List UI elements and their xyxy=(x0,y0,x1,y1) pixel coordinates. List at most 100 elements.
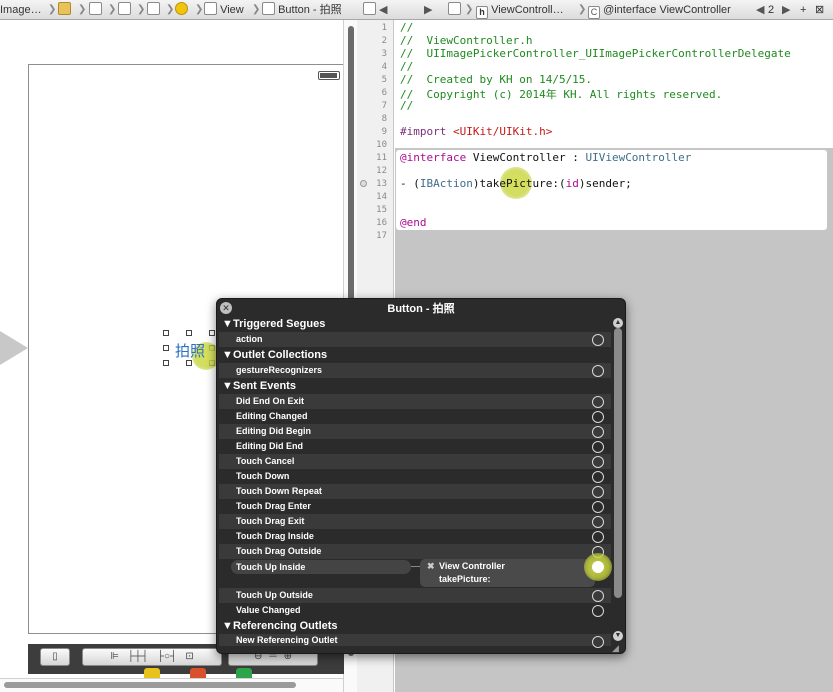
base-file-icon[interactable] xyxy=(118,0,131,20)
code-line: // Copyright (c) 2014年 KH. All rights re… xyxy=(400,88,723,101)
scroll-up-icon[interactable]: ▲ xyxy=(613,318,623,328)
photo-button[interactable]: 拍照 xyxy=(175,340,205,361)
connection-circle-icon[interactable] xyxy=(592,441,604,453)
event-row[interactable]: Touch Down Repeat xyxy=(219,484,611,499)
code-token: ViewController : xyxy=(466,151,586,164)
event-row[interactable]: Touch Cancel xyxy=(219,454,611,469)
pin-icon[interactable]: ├┼┤ xyxy=(127,651,148,662)
event-row[interactable]: Touch Drag Exit xyxy=(219,514,611,529)
scroll-down-icon[interactable]: ▼ xyxy=(613,631,623,641)
connection-row-gesture-recognizers[interactable]: gestureRecognizers xyxy=(219,363,611,378)
connection-circle-icon[interactable] xyxy=(592,516,604,528)
storyboard-file-icon[interactable] xyxy=(89,0,102,20)
connection-circle-icon[interactable] xyxy=(592,471,604,483)
connection-circle-icon[interactable] xyxy=(592,501,604,513)
disclosure-triangle-icon[interactable]: ▼ xyxy=(219,348,233,363)
event-row[interactable]: Editing Did End xyxy=(219,439,611,454)
connection-circle-icon[interactable] xyxy=(592,486,604,498)
close-icon[interactable]: ✕ xyxy=(220,302,232,314)
resize-handle[interactable] xyxy=(186,330,192,336)
event-row[interactable]: Touch Up Outside xyxy=(219,588,611,603)
connection-filled-circle-icon[interactable] xyxy=(592,561,604,573)
file-icon[interactable] xyxy=(448,0,461,20)
section-sent-events[interactable]: ▼Sent Events xyxy=(219,379,611,394)
connection-circle-icon[interactable] xyxy=(592,531,604,543)
connection-row-action[interactable]: action xyxy=(219,332,611,347)
breadcrumb-file[interactable]: h ViewControll… xyxy=(476,0,564,20)
entry-point-arrow-icon[interactable] xyxy=(0,331,28,365)
event-row[interactable]: Value Changed xyxy=(219,603,611,618)
connection-circle-icon[interactable] xyxy=(592,365,604,377)
section-triggered-segues[interactable]: ▼Triggered Segues xyxy=(219,317,611,332)
next-counterpart-button[interactable]: ▶ xyxy=(782,0,790,20)
connection-circle-icon[interactable] xyxy=(592,411,604,423)
event-row[interactable]: Touch Drag Inside xyxy=(219,529,611,544)
line-number: 7 xyxy=(381,101,387,111)
event-row-touch-up-inside[interactable]: Touch Up Inside xyxy=(231,560,411,574)
resolve-icon[interactable]: ├○┤ xyxy=(157,651,177,662)
separator-icon: ❯ xyxy=(108,4,117,15)
add-editor-button[interactable]: + xyxy=(800,0,806,20)
section-referencing-outlets[interactable]: ▼Referencing Outlets xyxy=(219,619,611,634)
disclosure-triangle-icon[interactable]: ▼ xyxy=(219,619,233,634)
breadcrumb-view[interactable]: View xyxy=(204,0,244,20)
breadcrumb-project[interactable]: Image… xyxy=(0,0,42,20)
previous-counterpart-button[interactable]: ◀ xyxy=(756,0,764,20)
connection-target-box[interactable]: ✖ View Controller takePicture: xyxy=(420,559,595,587)
resize-icon[interactable]: ⊡ xyxy=(185,651,193,662)
connection-indicator-icon[interactable] xyxy=(360,180,367,187)
connection-row-new-referencing-outlet[interactable]: New Referencing Outlet xyxy=(219,634,611,646)
event-row[interactable]: Editing Did Begin xyxy=(219,424,611,439)
breadcrumb-symbol[interactable]: C @interface ViewController xyxy=(588,0,731,20)
resize-handle[interactable] xyxy=(163,345,169,351)
connection-circle-icon[interactable] xyxy=(592,334,604,346)
line-number: 16 xyxy=(376,218,387,228)
scene-icon[interactable] xyxy=(147,0,160,20)
close-editor-button[interactable]: ⊠ xyxy=(815,0,824,20)
view-controller-icon[interactable] xyxy=(175,0,188,20)
resize-grip-icon[interactable]: ◢ xyxy=(612,643,619,654)
section-title: Outlet Collections xyxy=(233,349,328,361)
section-outlet-collections[interactable]: ▼Outlet Collections xyxy=(219,348,611,363)
connection-circle-icon[interactable] xyxy=(592,636,604,648)
event-row[interactable]: Touch Drag Enter xyxy=(219,499,611,514)
separator-icon: ❯ xyxy=(578,4,587,15)
event-label: Touch Down xyxy=(236,471,290,481)
align-icon[interactable]: ⊫ xyxy=(110,651,119,662)
code-line: // xyxy=(400,60,414,73)
disclosure-triangle-icon[interactable]: ▼ xyxy=(219,317,233,332)
canvas-horizontal-scroll-thumb[interactable] xyxy=(4,682,296,688)
layout-controls[interactable]: ⊫ ├┼┤ ├○┤ ⊡ xyxy=(82,648,222,666)
folder-icon[interactable] xyxy=(58,0,71,20)
connection-circle-icon[interactable] xyxy=(592,590,604,602)
resize-handle[interactable] xyxy=(163,330,169,336)
connection-circle-icon[interactable] xyxy=(592,605,604,617)
hud-scroll-thumb[interactable] xyxy=(614,328,622,598)
code-line: // Created by KH on 14/5/15. xyxy=(400,73,593,86)
disclosure-triangle-icon[interactable]: ▼ xyxy=(219,379,233,394)
resize-handle[interactable] xyxy=(163,360,169,366)
resize-handle[interactable] xyxy=(209,330,215,336)
forward-button[interactable]: ▶ xyxy=(424,0,432,20)
line-number: 9 xyxy=(381,127,387,137)
breadcrumb-button[interactable]: Button - 拍照 xyxy=(262,0,342,20)
connection-circle-icon[interactable] xyxy=(592,456,604,468)
remove-connection-icon[interactable]: ✖ xyxy=(427,561,435,572)
event-row[interactable]: Editing Changed xyxy=(219,409,611,424)
class-icon: C xyxy=(588,6,600,19)
connection-circle-icon[interactable] xyxy=(592,396,604,408)
event-row[interactable]: Did End On Exit xyxy=(219,394,611,409)
event-row[interactable]: Touch Drag Outside xyxy=(219,544,611,559)
document-outline-toggle-icon[interactable]: ▯ xyxy=(40,648,70,666)
line-number: 15 xyxy=(376,205,387,215)
separator-icon: ❯ xyxy=(465,4,474,15)
connection-action-label: takePicture: xyxy=(439,574,491,584)
related-items-icon[interactable] xyxy=(363,0,376,20)
back-button[interactable]: ◀ xyxy=(379,0,387,20)
event-row[interactable]: Touch Down xyxy=(219,469,611,484)
connection-circle-icon[interactable] xyxy=(592,426,604,438)
code-line: // xyxy=(400,21,414,34)
event-label: Editing Changed xyxy=(236,411,308,421)
code-token: #import xyxy=(400,125,453,138)
code-line-import: #import <UIKit/UIKit.h> xyxy=(400,125,552,138)
